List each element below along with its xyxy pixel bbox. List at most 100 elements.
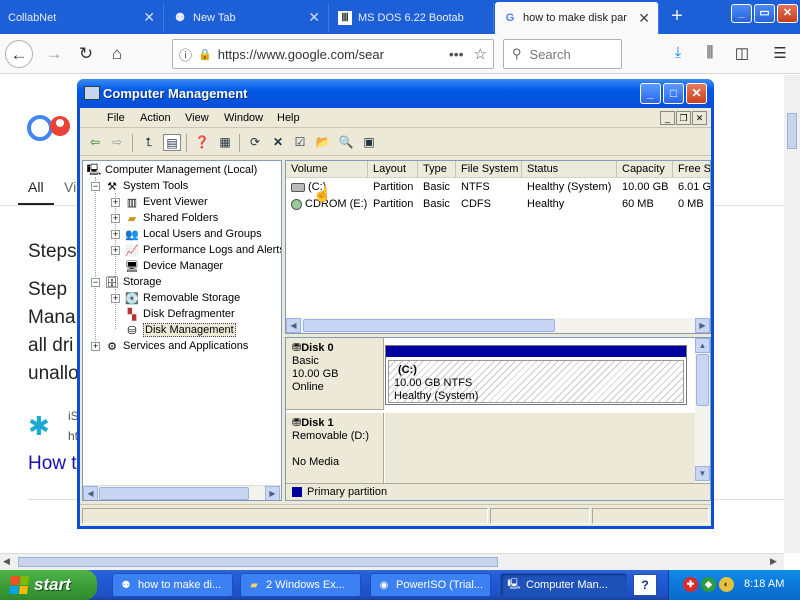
refresh-icon[interactable]: ⟳: [246, 134, 264, 151]
tree-item-computer-management[interactable]: 🖳 Computer Management (Local): [86, 162, 258, 178]
menu-view[interactable]: View: [185, 112, 209, 124]
tab-new-tab[interactable]: ⚉ New Tab ✕: [165, 3, 329, 32]
graph-vertical-scrollbar[interactable]: ▲ ▼: [695, 338, 710, 483]
menu-file[interactable]: File: [107, 112, 125, 124]
search-icon[interactable]: 🔍: [337, 134, 355, 151]
tree-item-services-applications[interactable]: + ⚙ Services and Applications: [91, 338, 248, 354]
partition-c[interactable]: (C:) 10.00 GB NTFS Healthy (System): [385, 345, 687, 405]
column-status[interactable]: Status: [522, 161, 617, 178]
settings-icon[interactable]: ▣: [360, 134, 378, 151]
list-horizontal-scrollbar[interactable]: ◀ ▶: [286, 318, 710, 333]
properties-icon[interactable]: ▦: [216, 134, 234, 151]
tree-item-local-users-groups[interactable]: + 👥 Local Users and Groups: [111, 226, 262, 242]
scroll-down-icon[interactable]: ▼: [695, 466, 710, 481]
search-bar[interactable]: ⚲ Search: [503, 39, 622, 69]
collapse-icon[interactable]: −: [91, 181, 100, 191]
disk-1-info[interactable]: ⛃Disk 1 Removable (D:) No Media: [286, 413, 384, 483]
forward-arrow-icon[interactable]: ⇨: [108, 134, 126, 151]
menu-icon[interactable]: ☰: [770, 44, 790, 64]
expand-icon[interactable]: +: [111, 229, 120, 239]
tree-item-shared-folders[interactable]: + ▰ Shared Folders: [111, 210, 218, 226]
expand-icon[interactable]: +: [91, 341, 100, 351]
open-folder-icon[interactable]: 📂: [314, 134, 332, 151]
column-volume[interactable]: Volume: [286, 161, 368, 178]
tree-item-event-viewer[interactable]: + ▥ Event Viewer: [111, 194, 208, 210]
tab-collabnet[interactable]: CollabNet ✕: [0, 3, 164, 32]
up-one-level-icon[interactable]: ⮤: [140, 134, 158, 151]
child-restore-button[interactable]: ❐: [676, 111, 691, 125]
minimize-button[interactable]: _: [731, 4, 752, 23]
close-tab-icon[interactable]: ✕: [143, 9, 155, 26]
bookmark-star-icon[interactable]: ☆: [474, 45, 487, 63]
console-tree[interactable]: 🖳 Computer Management (Local) − ⚒ System…: [82, 160, 282, 501]
scroll-right-icon[interactable]: ▶: [770, 556, 777, 567]
disk-graphical-view[interactable]: ⛃Disk 0 Basic 10.00 GB Online (C:) 10.00…: [285, 337, 711, 501]
scroll-thumb[interactable]: [18, 557, 498, 567]
disk-0-info[interactable]: ⛃Disk 0 Basic 10.00 GB Online: [286, 338, 384, 410]
library-icon[interactable]: ⫼: [700, 44, 720, 64]
menu-help[interactable]: Help: [277, 112, 300, 124]
scroll-right-icon[interactable]: ▶: [695, 318, 710, 333]
column-free-space[interactable]: Free S: [673, 161, 710, 178]
child-minimize-button[interactable]: _: [660, 111, 675, 125]
security-shield-icon[interactable]: ✚: [683, 577, 698, 592]
column-capacity[interactable]: Capacity: [617, 161, 673, 178]
scroll-right-icon[interactable]: ▶: [265, 486, 280, 500]
home-button[interactable]: ⌂: [103, 40, 131, 68]
expand-icon[interactable]: +: [111, 245, 120, 255]
new-tab-button[interactable]: +: [666, 6, 688, 28]
close-tab-icon[interactable]: ✕: [638, 10, 650, 27]
volume-list[interactable]: Volume Layout Type File System Status Ca…: [285, 160, 711, 334]
back-button[interactable]: ←: [5, 40, 33, 68]
forward-button[interactable]: →: [40, 40, 68, 68]
search-tab-videos[interactable]: Vi: [64, 179, 76, 195]
maximize-button[interactable]: ▭: [754, 4, 775, 23]
scroll-left-icon[interactable]: ◀: [83, 486, 98, 500]
page-vertical-scrollbar[interactable]: [784, 75, 800, 553]
scroll-thumb[interactable]: [696, 354, 709, 406]
expand-icon[interactable]: +: [111, 293, 120, 303]
tree-item-disk-management[interactable]: ⛁ Disk Management: [124, 322, 236, 338]
tree-item-storage[interactable]: − 🗄 Storage: [91, 274, 162, 290]
expand-icon[interactable]: +: [111, 213, 120, 223]
scroll-left-icon[interactable]: ◀: [286, 318, 301, 333]
url-text[interactable]: https://www.google.com/sear: [218, 47, 449, 62]
search-tab-all[interactable]: All: [28, 179, 44, 195]
column-type[interactable]: Type: [418, 161, 456, 178]
result-link[interactable]: How t: [28, 453, 77, 475]
table-row[interactable]: CDROM (E:) Partition Basic CDFS Healthy …: [286, 196, 710, 212]
child-close-button[interactable]: ✕: [692, 111, 707, 125]
taskbar-button-computer-management[interactable]: 🖳 Computer Man...: [500, 573, 627, 597]
tree-item-removable-storage[interactable]: + 💽 Removable Storage: [111, 290, 240, 306]
taskbar-button-firefox[interactable]: ⚉ how to make di...: [112, 573, 233, 597]
tree-item-system-tools[interactable]: − ⚒ System Tools: [91, 178, 188, 194]
close-button[interactable]: ✕: [686, 83, 707, 104]
scroll-thumb[interactable]: [787, 113, 797, 149]
column-layout[interactable]: Layout: [368, 161, 418, 178]
close-window-button[interactable]: ✕: [777, 4, 798, 23]
taskbar-button-poweriso[interactable]: ◉ PowerISO (Trial...: [370, 573, 491, 597]
table-row[interactable]: (C:) Partition Basic NTFS Healthy (Syste…: [286, 179, 710, 195]
help-quick-launch-icon[interactable]: ?: [633, 574, 657, 596]
tree-item-disk-defragmenter[interactable]: ▚ Disk Defragmenter: [124, 306, 235, 322]
scroll-thumb[interactable]: [99, 487, 249, 500]
scroll-left-icon[interactable]: ◀: [3, 556, 10, 567]
volume-icon[interactable]: ◐: [719, 577, 734, 592]
partition-c-body[interactable]: (C:) 10.00 GB NTFS Healthy (System): [388, 360, 684, 403]
scroll-up-icon[interactable]: ▲: [695, 338, 710, 353]
close-tab-icon[interactable]: ✕: [308, 9, 320, 26]
reload-button[interactable]: ↻: [72, 40, 100, 68]
download-icon[interactable]: ⤓: [668, 44, 688, 64]
info-icon[interactable]: ⓘ: [179, 45, 192, 64]
expand-icon[interactable]: +: [111, 197, 120, 207]
taskbar-button-windows-explorer[interactable]: ▰ 2 Windows Ex...: [240, 573, 361, 597]
tab-google-search[interactable]: G how to make disk par ✕: [495, 2, 659, 34]
url-bar[interactable]: ⓘ 🔒 https://www.google.com/sear ••• ☆: [172, 39, 494, 69]
column-file-system[interactable]: File System: [456, 161, 522, 178]
sidebar-icon[interactable]: ◫: [732, 44, 752, 64]
window-titlebar[interactable]: Computer Management _ □ ✕: [77, 79, 714, 108]
collapse-icon[interactable]: −: [91, 277, 100, 287]
tree-horizontal-scrollbar[interactable]: ◀ ▶: [83, 485, 281, 500]
page-actions-icon[interactable]: •••: [449, 46, 464, 62]
tree-item-device-manager[interactable]: 🖥 Device Manager: [124, 258, 223, 274]
